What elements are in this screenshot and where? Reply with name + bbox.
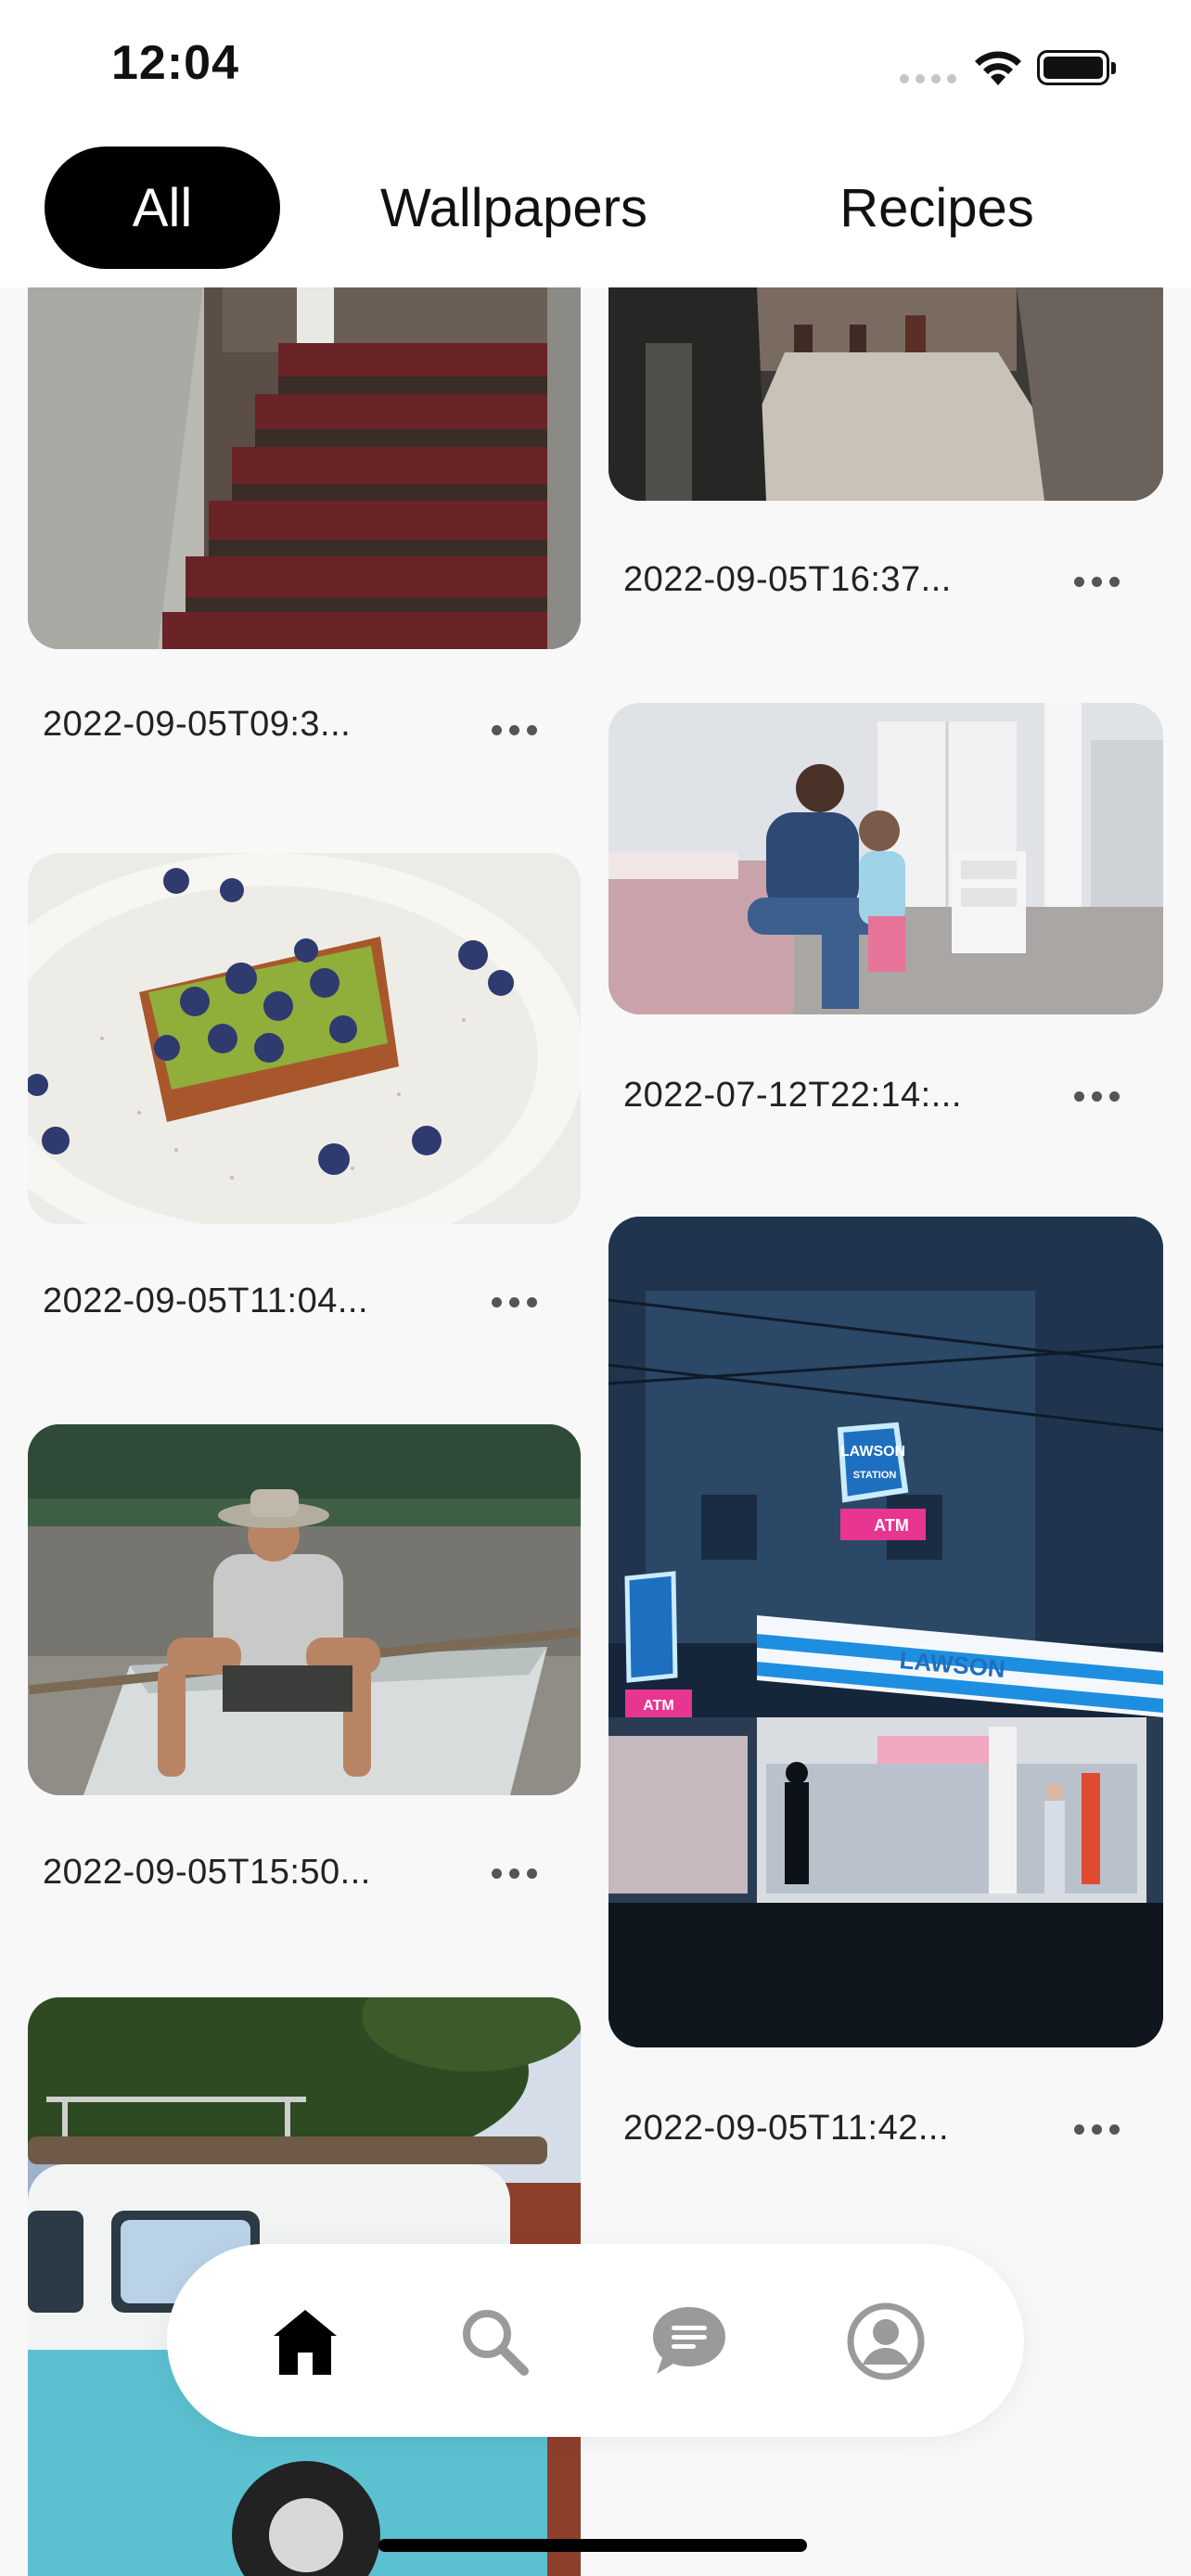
wifi-icon bbox=[972, 48, 1024, 92]
photo-caption: 2022-09-05T09:3... bbox=[43, 705, 352, 744]
more-options-button[interactable] bbox=[1074, 2124, 1120, 2135]
home-icon bbox=[274, 2310, 337, 2375]
atm-sign-small: ATM bbox=[643, 1698, 673, 1714]
lawson-sign-top: LAWSON bbox=[840, 1444, 905, 1460]
more-options-button[interactable] bbox=[1074, 1091, 1120, 1102]
tab-all[interactable]: All bbox=[45, 147, 280, 269]
photo-card[interactable] bbox=[28, 853, 581, 1224]
photo-card[interactable] bbox=[28, 1424, 581, 1795]
photo-alley[interactable] bbox=[608, 287, 1163, 501]
photo-card[interactable]: LAWSON STATION ATM ATM LAWSON bbox=[608, 1217, 1163, 2047]
photo-caption: 2022-09-05T11:42... bbox=[623, 2109, 950, 2148]
lawson-sign-sub: STATION bbox=[853, 1470, 897, 1481]
profile-icon bbox=[847, 2302, 925, 2380]
photo-caption: 2022-09-05T15:50... bbox=[43, 1853, 371, 1892]
status-bar: 12:04 bbox=[0, 0, 1191, 139]
home-indicator[interactable] bbox=[378, 2539, 807, 2552]
nav-messages-button[interactable] bbox=[638, 2290, 740, 2392]
photo-caption: 2022-07-12T22:14:... bbox=[623, 1076, 962, 1115]
nav-home-button[interactable] bbox=[254, 2290, 356, 2392]
category-tabs: All Wallpapers Recipes bbox=[0, 139, 1191, 287]
photo-lawson-store[interactable]: LAWSON STATION ATM ATM LAWSON bbox=[608, 1217, 1163, 2047]
photo-card[interactable] bbox=[608, 703, 1163, 1014]
cellular-signal-icon bbox=[900, 74, 956, 83]
atm-sign: ATM bbox=[874, 1516, 909, 1535]
photo-bedroom[interactable] bbox=[608, 703, 1163, 1014]
photo-card[interactable] bbox=[28, 278, 581, 733]
photo-grid: 2022-09-05T09:3... 2022-09-05T16:37... 2… bbox=[0, 0, 1191, 2576]
photo-avocado-toast[interactable] bbox=[28, 853, 581, 1224]
chat-icon bbox=[653, 2307, 725, 2374]
nav-search-button[interactable] bbox=[443, 2290, 545, 2392]
search-icon bbox=[463, 2310, 529, 2376]
photo-caption: 2022-09-05T11:04... bbox=[43, 1282, 369, 1320]
more-options-button[interactable] bbox=[492, 725, 537, 735]
photo-caption: 2022-09-05T16:37... bbox=[623, 560, 952, 599]
battery-icon bbox=[1037, 50, 1116, 85]
tab-wallpapers[interactable]: Wallpapers bbox=[334, 147, 694, 269]
photo-card[interactable] bbox=[608, 287, 1163, 501]
status-time: 12:04 bbox=[111, 36, 239, 90]
photo-man-boat[interactable] bbox=[28, 1424, 581, 1795]
more-options-button[interactable] bbox=[492, 1868, 537, 1879]
bottom-navigation bbox=[167, 2244, 1024, 2437]
more-options-button[interactable] bbox=[492, 1297, 537, 1307]
tab-recipes[interactable]: Recipes bbox=[798, 147, 1076, 269]
more-options-button[interactable] bbox=[1074, 577, 1120, 587]
photo-staircase[interactable] bbox=[28, 278, 581, 649]
nav-profile-button[interactable] bbox=[835, 2290, 937, 2392]
